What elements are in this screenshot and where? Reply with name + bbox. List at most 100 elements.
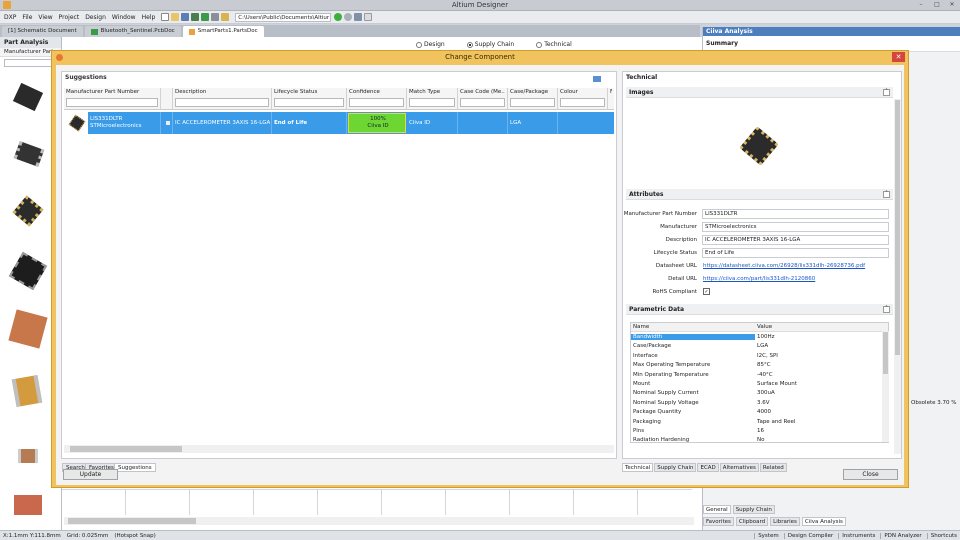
tab-general[interactable]: General xyxy=(703,505,731,514)
menu-project[interactable]: Project xyxy=(59,14,80,21)
filter-match-type[interactable] xyxy=(409,98,455,107)
attributes-section[interactable]: Attributes ˆ xyxy=(626,189,893,200)
collapse-icon[interactable]: ˆ xyxy=(883,191,890,198)
col-case-package[interactable]: Case/Package xyxy=(508,88,558,110)
filter-input[interactable] xyxy=(4,59,57,67)
attr-mpn-value[interactable]: LIS331DLTR xyxy=(702,209,889,219)
radio-supply-chain[interactable]: Supply Chain xyxy=(466,41,514,48)
col-mpn[interactable]: Manufacturer Part Number xyxy=(64,88,161,110)
sheet-scrollbar[interactable] xyxy=(64,517,694,525)
close-button[interactable]: Close xyxy=(843,469,898,480)
images-section[interactable]: Images ˆ xyxy=(626,87,893,98)
param-row[interactable]: Nominal Supply Current 300uA xyxy=(631,389,888,398)
tab-schematic[interactable]: [1] Schematic Document xyxy=(2,26,83,37)
layers-icon[interactable] xyxy=(191,13,200,21)
filter-lifecycle[interactable] xyxy=(274,98,344,107)
save-icon[interactable] xyxy=(181,13,190,21)
path-field[interactable]: C:\Users\Public\Documents\Altiur xyxy=(235,12,332,22)
tab-clipboard[interactable]: Clipboard xyxy=(735,517,769,526)
maximize-button[interactable]: □ xyxy=(930,1,944,9)
param-row[interactable]: Package Quantity 4000 xyxy=(631,408,888,417)
attr-description-value[interactable]: IC ACCELEROMETER 3AXIS 16-LGA xyxy=(702,235,889,245)
filter-confidence[interactable] xyxy=(349,98,404,107)
table-row[interactable]: LIS331DLTR STMicroelectronics IC ACCELER… xyxy=(64,112,614,134)
minimize-button[interactable]: – xyxy=(914,1,928,9)
dialog-close-button[interactable]: ✕ xyxy=(892,52,905,62)
filter-case-code[interactable] xyxy=(460,98,505,107)
tab-favorites-panel[interactable]: Favorites xyxy=(703,517,734,526)
menu-design[interactable]: Design xyxy=(85,14,106,21)
tab-suggestions[interactable]: Suggestions xyxy=(114,463,156,472)
grid-scroll-thumb[interactable] xyxy=(70,446,182,452)
param-row[interactable]: Bandwidth 100Hz xyxy=(631,332,888,342)
status-instruments[interactable]: Instruments xyxy=(838,532,878,539)
sheet-scroll-thumb[interactable] xyxy=(68,518,196,524)
menu-help[interactable]: Help xyxy=(142,14,156,21)
col-match-type[interactable]: Match Type xyxy=(407,88,458,110)
param-row[interactable]: Packaging Tape and Reel xyxy=(631,417,888,426)
param-row[interactable]: Mount Surface Mount xyxy=(631,379,888,388)
attr-lifecycle-value[interactable]: End of Life xyxy=(702,248,889,258)
update-button[interactable]: Update xyxy=(63,469,118,480)
col-f[interactable]: F xyxy=(608,88,614,110)
rohs-checkbox[interactable]: ✓ xyxy=(703,288,710,295)
filter-case-package[interactable] xyxy=(510,98,555,107)
tab-related[interactable]: Related xyxy=(759,463,787,472)
tech-scrollbar[interactable] xyxy=(894,99,901,454)
param-scrollbar[interactable] xyxy=(882,331,889,442)
param-row[interactable]: Interface I2C, SPI xyxy=(631,351,888,360)
col-description[interactable]: Description xyxy=(173,88,272,110)
home-icon[interactable] xyxy=(354,13,363,21)
param-row[interactable]: Pins 16 xyxy=(631,426,888,435)
filter-description[interactable] xyxy=(175,98,269,107)
status-pdn-analyzer[interactable]: PDN Analyzer xyxy=(880,532,924,539)
new-icon[interactable] xyxy=(161,13,170,21)
parametric-section[interactable]: Parametric Data ˆ xyxy=(626,304,893,315)
grid-hscrollbar[interactable] xyxy=(64,445,614,453)
filter-mpn[interactable] xyxy=(66,98,158,107)
tab-supply-chain[interactable]: Supply Chain xyxy=(654,463,697,472)
status-design-compiler[interactable]: Design Compiler xyxy=(783,532,837,539)
attr-manufacturer-value[interactable]: STMicroelectronics xyxy=(702,222,889,232)
menu-view[interactable]: View xyxy=(38,14,52,21)
part-thumb-lga[interactable] xyxy=(4,187,52,235)
status-system[interactable]: System xyxy=(754,532,782,539)
menu-file[interactable]: File xyxy=(22,14,32,21)
col-colour[interactable]: Colour xyxy=(558,88,608,110)
tab-pcb[interactable]: Bluetooth_Sentinel.PcbDoc xyxy=(84,26,181,37)
part-thumb-resistor[interactable] xyxy=(4,485,52,533)
part-thumb-tantalum[interactable] xyxy=(4,367,52,415)
param-scroll-thumb[interactable] xyxy=(883,332,888,374)
radio-design[interactable]: Design xyxy=(416,41,445,48)
tab-ciiva-analysis[interactable]: Ciiva Analysis xyxy=(801,517,846,526)
part-thumb-soic[interactable] xyxy=(4,133,52,181)
collapse-icon[interactable]: ˆ xyxy=(883,89,890,96)
param-row[interactable]: Case/Package LGA xyxy=(631,342,888,351)
part-thumb-capacitor[interactable] xyxy=(4,305,52,353)
collapse-icon[interactable]: ˆ xyxy=(883,306,890,313)
detail-link[interactable]: https://ciiva.com/part/lis331dlh-2120860 xyxy=(703,276,815,282)
param-row[interactable]: Radiation Hardening No xyxy=(631,436,888,442)
grid-settings-icon[interactable] xyxy=(593,76,601,82)
menu-dxp[interactable]: DXP xyxy=(4,14,16,21)
datasheet-link[interactable]: https://datasheet.ciiva.com/26928/lis331… xyxy=(703,263,865,269)
tab-technical[interactable]: Technical xyxy=(622,463,654,472)
close-window-button[interactable]: ✕ xyxy=(945,1,959,9)
tab-smartparts[interactable]: SmartParts1.PartsDoc xyxy=(182,26,264,37)
filter-colour[interactable] xyxy=(560,98,605,107)
menu-window[interactable]: Window xyxy=(112,14,136,21)
tab-alternatives[interactable]: Alternatives xyxy=(719,463,759,472)
part-thumb-tqfp[interactable] xyxy=(4,247,52,295)
col-case-code[interactable]: Case Code (Me... xyxy=(458,88,508,110)
param-row[interactable]: Nominal Supply Voltage 3.6V xyxy=(631,398,888,407)
status-shortcuts[interactable]: Shortcuts xyxy=(926,532,960,539)
tab-supply-chain-panel[interactable]: Supply Chain xyxy=(732,505,775,514)
part-thumb-qfn[interactable] xyxy=(4,75,52,123)
back-icon[interactable] xyxy=(334,13,343,21)
tab-ecad[interactable]: ECAD xyxy=(697,463,719,472)
tab-libraries[interactable]: Libraries xyxy=(770,517,800,526)
part-thumb-smd[interactable] xyxy=(4,435,52,483)
open-icon[interactable] xyxy=(171,13,180,21)
param-row[interactable]: Min Operating Temperature -40°C xyxy=(631,370,888,379)
forward-icon[interactable] xyxy=(344,13,353,21)
